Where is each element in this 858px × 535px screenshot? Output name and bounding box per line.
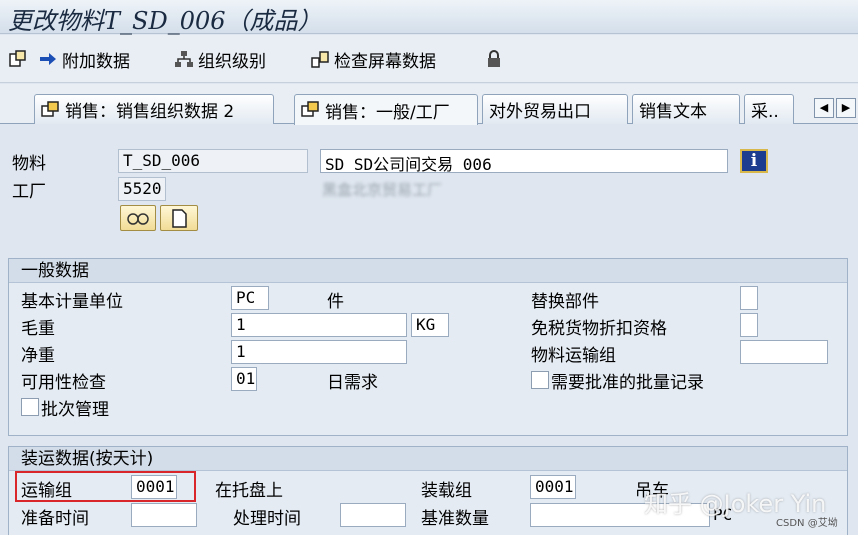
check-data-icon [311, 51, 329, 68]
material-number-field: T_SD_006 [118, 149, 308, 173]
lock-button[interactable] [484, 47, 504, 71]
tab-foreign-trade-export[interactable]: 对外贸易出口 [482, 94, 628, 124]
tab-purchasing[interactable]: 采.. [744, 94, 794, 124]
tab-strip: 销售：销售组织数据 2 销售：一般/工厂 对外贸易出口 销售文本 采.. ◀ ▶ [0, 84, 858, 125]
base-uom-label: 基本计量单位 [21, 292, 123, 312]
check-screen-data-label: 检查屏幕数据 [334, 51, 436, 72]
display-change-icon [9, 50, 26, 67]
document-icon [172, 209, 187, 228]
chevron-right-icon: ▶ [841, 101, 851, 114]
tab-sales-text[interactable]: 销售文本 [632, 94, 740, 124]
glasses-button[interactable] [120, 205, 156, 231]
info-icon: i [750, 151, 758, 171]
approved-batch-record-label: 需要批准的批量记录 [551, 373, 704, 393]
org-levels-label: 组织级别 [198, 51, 266, 72]
tab-sales-org-data-2[interactable]: 销售：销售组织数据 2 [34, 94, 274, 124]
additional-data-label: 附加数据 [62, 51, 130, 72]
base-uom-field[interactable]: PC [231, 286, 269, 310]
shipping-data-title: 装运数据(按天计) [9, 447, 847, 471]
base-uom-text: 件 [327, 292, 344, 312]
availability-check-label: 可用性检查 [21, 373, 106, 393]
net-weight-label: 净重 [21, 346, 55, 366]
document-button[interactable] [160, 205, 198, 231]
chevron-left-icon: ◀ [819, 101, 829, 114]
tab-label: 销售：销售组织数据 2 [65, 102, 235, 122]
additional-data-button[interactable]: 附加数据 [38, 47, 130, 72]
tab-label: 销售：一般/工厂 [325, 102, 450, 123]
arrow-right-icon [40, 53, 56, 65]
tab-label: 销售文本 [639, 102, 707, 122]
approved-batch-record-checkbox[interactable] [531, 371, 549, 389]
display-change-button[interactable] [8, 47, 28, 71]
window-title: 更改物料T_SD_006（成品） [8, 7, 322, 35]
material-freight-group-label: 物料运输组 [531, 346, 616, 366]
general-data-group: 一般数据 基本计量单位 PC 件 毛重 1 KG 净重 1 可用性检查 01 日… [8, 258, 848, 436]
replacement-part-label: 替换部件 [531, 292, 599, 312]
csdn-credit: CSDN @艾坳 [776, 518, 838, 529]
info-button[interactable]: i [740, 149, 768, 173]
duty-free-discount-field[interactable] [740, 313, 758, 337]
loading-group-field[interactable]: 0001 [530, 475, 576, 499]
tab-label: 对外贸易出口 [489, 102, 591, 122]
base-quantity-label: 基准数量 [421, 509, 489, 529]
header-area: 物料 T_SD_006 SD SD公司间交易 006 i 工厂 5520 黑盒北… [0, 125, 858, 250]
batch-management-label: 批次管理 [41, 400, 109, 420]
general-data-title: 一般数据 [9, 259, 847, 283]
weight-unit-field[interactable]: KG [411, 313, 449, 337]
setup-time-field[interactable] [131, 503, 197, 527]
toolbar: 附加数据 组织级别 检查屏幕数据 [0, 35, 858, 83]
setup-time-label: 准备时间 [21, 509, 89, 529]
glasses-icon [127, 213, 149, 225]
gross-weight-label: 毛重 [21, 319, 55, 339]
plant-field: 5520 [118, 177, 166, 201]
tab-sales-general-plant[interactable]: 销售：一般/工厂 [294, 94, 478, 125]
material-freight-group-field[interactable] [740, 340, 828, 364]
plant-description-blurred: 黑盒北京贸易工厂 [322, 181, 443, 199]
loading-group-label: 装载组 [421, 481, 472, 501]
transport-group-text: 在托盘上 [215, 481, 283, 501]
tab-next-button[interactable]: ▶ [836, 98, 856, 118]
processing-time-label: 处理时间 [233, 509, 301, 529]
availability-check-text: 日需求 [327, 373, 378, 393]
tab-prev-button[interactable]: ◀ [814, 98, 834, 118]
org-hierarchy-icon [175, 51, 193, 67]
check-screen-data-button[interactable]: 检查屏幕数据 [310, 47, 436, 72]
edit-display-icon [41, 100, 59, 117]
plant-label: 工厂 [12, 182, 46, 202]
processing-time-field[interactable] [340, 503, 406, 527]
org-levels-button[interactable]: 组织级别 [174, 47, 266, 72]
duty-free-discount-label: 免税货物折扣资格 [531, 319, 667, 339]
replacement-part-field[interactable] [740, 286, 758, 310]
material-description-field[interactable]: SD SD公司间交易 006 [320, 149, 728, 173]
availability-check-field[interactable]: 01 [231, 367, 257, 391]
lock-icon [488, 50, 500, 67]
net-weight-field[interactable]: 1 [231, 340, 407, 364]
edit-display-icon [301, 101, 319, 117]
material-label: 物料 [12, 154, 46, 174]
gross-weight-field[interactable]: 1 [231, 313, 407, 337]
batch-management-checkbox[interactable] [21, 398, 39, 416]
tab-label: 采.. [751, 102, 779, 122]
transport-group-highlight [15, 471, 196, 502]
title-bar: 更改物料T_SD_006（成品） [0, 0, 858, 35]
